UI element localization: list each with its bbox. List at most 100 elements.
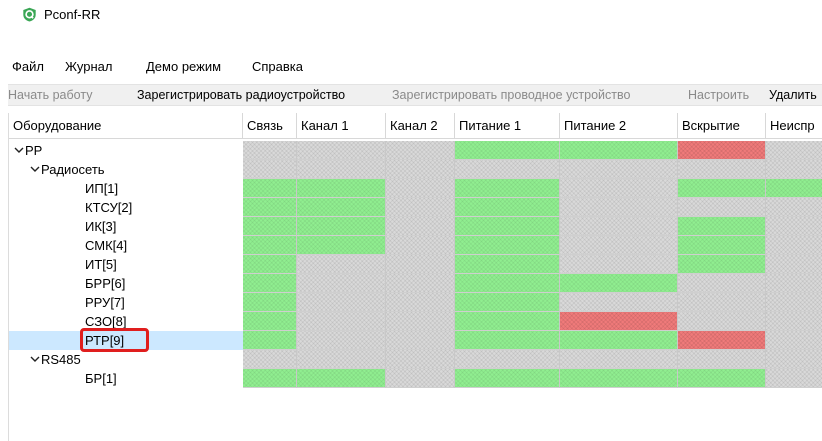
menu-item-2[interactable]: Журнал (65, 57, 112, 77)
status-cell (560, 350, 678, 369)
status-cell (297, 331, 386, 350)
status-cell (386, 141, 455, 160)
status-cell (766, 369, 822, 388)
menu-item-3[interactable]: Демо режим (146, 57, 221, 77)
status-cell (243, 217, 297, 236)
status-cell (243, 331, 297, 350)
status-cell (560, 236, 678, 255)
status-cell (455, 369, 560, 388)
column-header-7[interactable]: Вскрытие (678, 113, 766, 139)
chevron-down-icon[interactable] (29, 350, 41, 369)
menu-item-4[interactable]: Справка (252, 57, 303, 77)
column-header-1[interactable]: Оборудование (9, 113, 243, 139)
column-header-5[interactable]: Питание 1 (455, 113, 560, 139)
tree-item[interactable]: ИТ[5] (9, 255, 243, 274)
column-header-4[interactable]: Канал 2 (386, 113, 455, 139)
tree-item[interactable]: Радиосеть (9, 160, 243, 179)
app-logo-icon (23, 7, 36, 22)
column-header-6[interactable]: Питание 2 (560, 113, 678, 139)
tree-item[interactable]: RS485 (9, 350, 243, 369)
toolbar: Начать работу Зарегистрировать радиоустро… (8, 84, 822, 106)
toolbar-button-1[interactable]: Начать работу (8, 85, 92, 105)
status-cell (243, 293, 297, 312)
status-cell (560, 331, 678, 350)
tree-item[interactable]: ИК[3] (9, 217, 243, 236)
status-cell (678, 274, 766, 293)
status-cell (243, 369, 297, 388)
status-cell (455, 312, 560, 331)
column-header-3[interactable]: Канал 1 (297, 113, 386, 139)
status-cell (678, 160, 766, 179)
status-cell (243, 255, 297, 274)
status-cell (455, 274, 560, 293)
tree-item-label: RS485 (41, 352, 81, 367)
status-cell (243, 350, 297, 369)
equipment-status-table: Оборудование Связь Канал 1 Канал 2 Питание 1… (8, 113, 822, 441)
tree-item[interactable]: БР[1] (9, 369, 243, 388)
status-cell (766, 198, 822, 217)
status-cell (678, 293, 766, 312)
status-cell (560, 369, 678, 388)
tree-item[interactable]: ИП[1] (9, 179, 243, 198)
status-cell (766, 255, 822, 274)
status-cell (455, 331, 560, 350)
toolbar-button-3[interactable]: Зарегистрировать проводное устройство (392, 85, 630, 105)
status-cell (766, 160, 822, 179)
status-cell (455, 198, 560, 217)
tree-item[interactable]: РР (9, 141, 243, 160)
status-cell (243, 141, 297, 160)
status-cell (297, 369, 386, 388)
status-cell (560, 293, 678, 312)
status-cell (678, 179, 766, 198)
status-cell (386, 198, 455, 217)
status-cell (297, 217, 386, 236)
tree-item-label: РРУ[7] (85, 295, 125, 310)
column-header-2[interactable]: Связь (243, 113, 297, 139)
tree-item[interactable]: БРР[6] (9, 274, 243, 293)
status-cell (386, 274, 455, 293)
chevron-down-icon[interactable] (13, 141, 25, 160)
status-cell (297, 198, 386, 217)
status-cell (766, 331, 822, 350)
chevron-down-icon[interactable] (29, 160, 41, 179)
status-cell (766, 141, 822, 160)
status-cell (678, 141, 766, 160)
tree-item-label: БРР[6] (85, 276, 126, 291)
status-cell (243, 312, 297, 331)
tree-item-label: Радиосеть (41, 162, 105, 177)
tree-item[interactable]: КТСУ[2] (9, 198, 243, 217)
status-cell (386, 293, 455, 312)
tree-item-label: БР[1] (85, 371, 117, 386)
status-cell (386, 217, 455, 236)
status-cell (766, 236, 822, 255)
status-cell (678, 350, 766, 369)
status-cell (678, 369, 766, 388)
toolbar-button-4[interactable]: Настроить (688, 85, 749, 105)
toolbar-button-5[interactable]: Удалить (769, 85, 817, 105)
status-cell (297, 312, 386, 331)
toolbar-button-2[interactable]: Зарегистрировать радиоустройство (137, 85, 345, 105)
tree-item-label: ИП[1] (85, 181, 119, 196)
status-cell (386, 255, 455, 274)
status-cell (455, 179, 560, 198)
selection-highlight-box (80, 328, 149, 352)
status-cell (243, 198, 297, 217)
status-cell (297, 160, 386, 179)
status-cell (297, 293, 386, 312)
status-cell (243, 236, 297, 255)
status-cell (455, 293, 560, 312)
tree-item[interactable]: СМК[4] (9, 236, 243, 255)
status-cell (297, 179, 386, 198)
status-cell (560, 274, 678, 293)
status-cell (386, 160, 455, 179)
status-cell (678, 198, 766, 217)
status-cell (455, 255, 560, 274)
window-title: Pconf-RR (44, 7, 101, 22)
column-header-8[interactable]: Неиспр (766, 113, 822, 139)
status-cell (560, 198, 678, 217)
menu-item-1[interactable]: Файл (12, 57, 44, 77)
title-bar: Pconf-RR (0, 0, 822, 28)
tree-item[interactable]: РРУ[7] (9, 293, 243, 312)
column-headers: Оборудование Связь Канал 1 Канал 2 Питание 1… (9, 113, 822, 139)
tree-item-label: ИТ[5] (85, 257, 117, 272)
